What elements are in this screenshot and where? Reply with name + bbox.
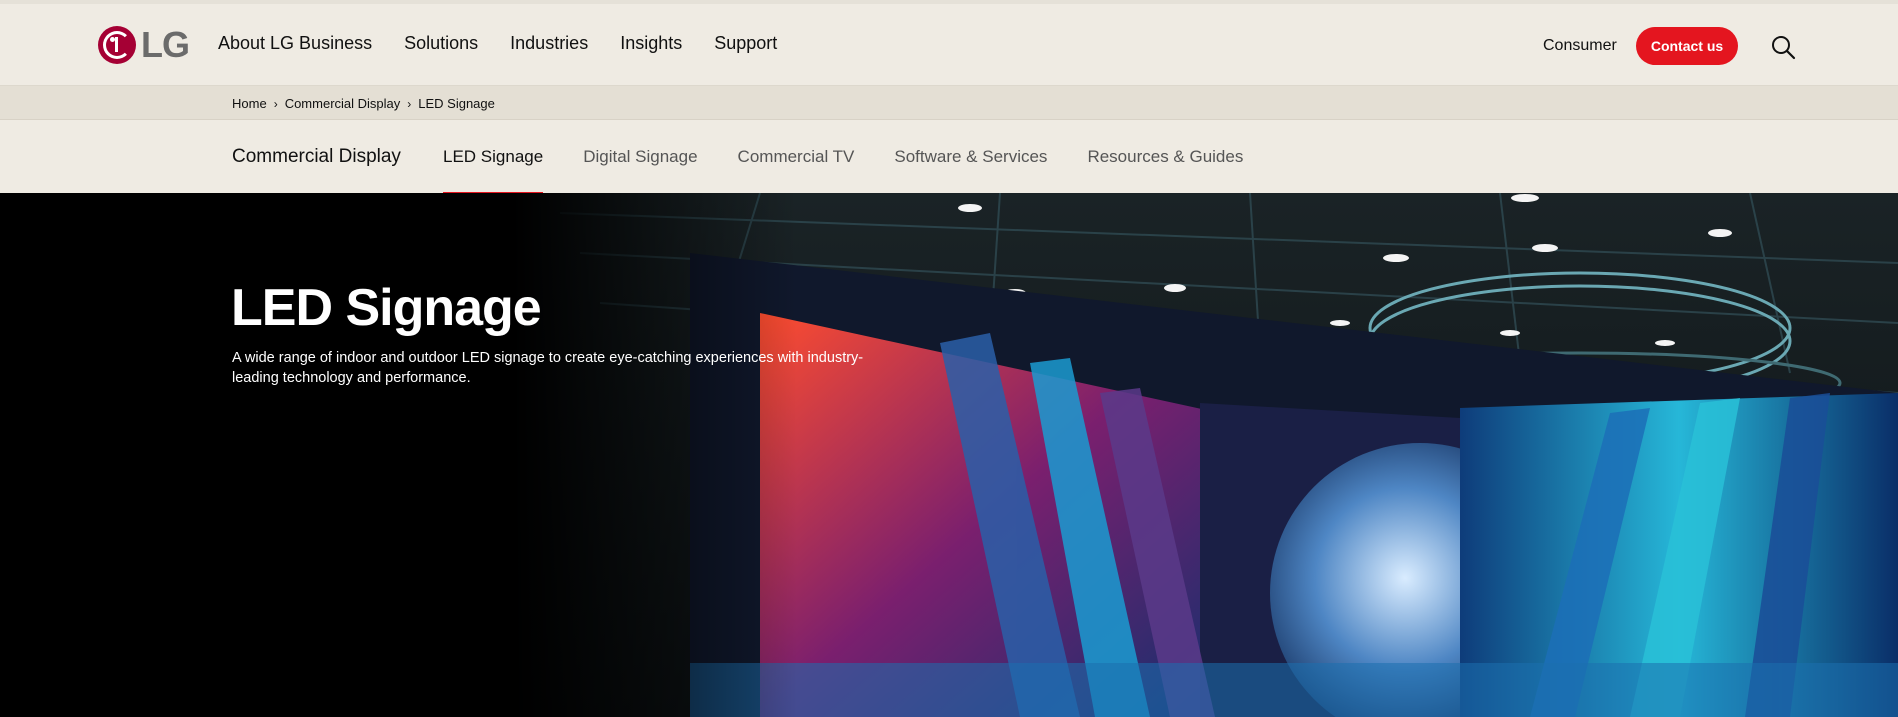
subnav-title[interactable]: Commercial Display [232,146,401,168]
contact-us-button[interactable]: Contact us [1636,27,1738,65]
tab-resources-guides[interactable]: Resources & Guides [1087,147,1243,167]
nav-support[interactable]: Support [714,33,777,54]
lg-logo[interactable]: LG [98,24,190,65]
subnav-tabs: LED Signage Digital Signage Commercial T… [443,147,1283,194]
chevron-right-icon: › [407,96,412,111]
breadcrumb-home[interactable]: Home [232,96,267,111]
nav-about-lg-business[interactable]: About LG Business [218,33,372,54]
tab-commercial-tv[interactable]: Commercial TV [738,147,855,167]
breadcrumb: Home › Commercial Display › LED Signage [232,96,495,111]
nav-industries[interactable]: Industries [510,33,588,54]
tab-led-signage[interactable]: LED Signage [443,147,544,194]
hero-description: A wide range of indoor and outdoor LED s… [232,350,864,386]
hero-image [0,193,1898,717]
hero-title: LED Signage [231,279,542,337]
search-icon[interactable] [1770,34,1796,60]
breadcrumb-current: LED Signage [418,96,495,111]
lg-logo-mark-icon [98,26,136,64]
chevron-right-icon: › [273,96,278,111]
sub-navigation: Commercial Display LED Signage Digital S… [0,120,1898,194]
breadcrumb-bar: Home › Commercial Display › LED Signage [0,86,1898,120]
top-header: LG About LG Business Solutions Industrie… [0,0,1898,86]
main-nav: About LG Business Solutions Industries I… [218,33,777,54]
consumer-link[interactable]: Consumer [1543,37,1617,55]
tab-software-services[interactable]: Software & Services [894,147,1047,167]
nav-solutions[interactable]: Solutions [404,33,478,54]
hero-banner: LED Signage A wide range of indoor and o… [0,193,1898,717]
nav-insights[interactable]: Insights [620,33,682,54]
breadcrumb-commercial-display[interactable]: Commercial Display [285,96,401,111]
logo-text: LG [141,24,190,65]
tab-digital-signage[interactable]: Digital Signage [583,147,697,167]
